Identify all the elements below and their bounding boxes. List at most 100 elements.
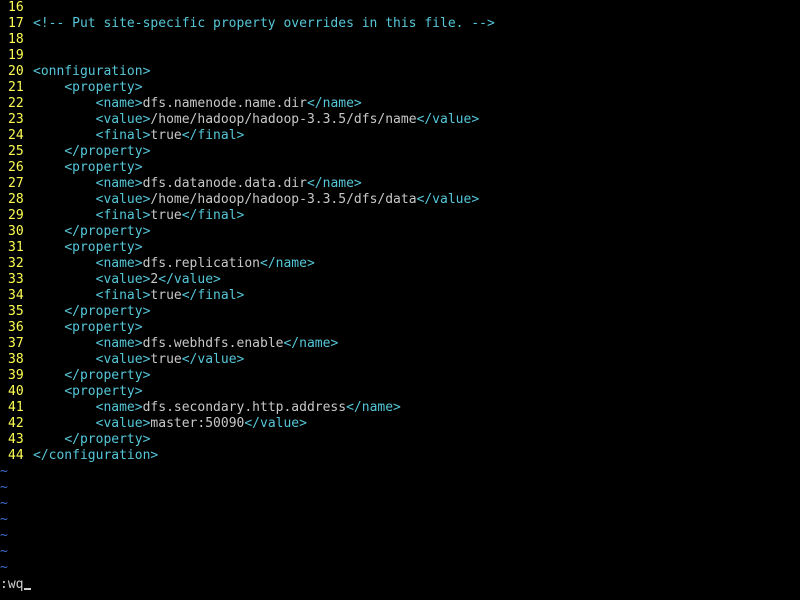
line-number: 27 [8,176,24,191]
xml-open-tag: <name> [95,96,143,111]
editor-line[interactable]: 38 <value>true</value> [0,352,800,368]
xml-open-tag: <final> [95,288,151,303]
xml-text-value: dfs.webhdfs.enable [142,336,284,351]
xml-text-value: dfs.namenode.name.dir [142,96,307,111]
line-number: 40 [8,384,24,399]
xml-close-tag: </name> [260,256,315,271]
line-content: <value>/home/hadoop/hadoop-3.3.5/dfs/dat… [33,192,480,208]
editor-line[interactable]: 23 <value>/home/hadoop/hadoop-3.3.5/dfs/… [0,112,800,128]
vim-command-line[interactable]: :wq [0,577,32,593]
xml-text-value: true [150,288,182,303]
xml-open-tag: </property> [64,368,151,383]
line-content: <property> [33,320,142,336]
xml-close-tag: </final> [181,128,245,143]
line-number: 32 [8,256,24,271]
tilde-marker: ~ [0,560,8,575]
line-number: 29 [8,208,24,223]
line-content: <property> [33,240,142,256]
editor-line[interactable]: 20 <onnfiguration> [0,64,800,80]
editor-line[interactable]: 21 <property> [0,80,800,96]
line-number: 23 [8,112,24,127]
line-number: 37 [8,336,24,351]
xml-close-tag: </value> [244,416,307,431]
xml-comment: <!-- Put site-specific property override… [33,16,495,31]
xml-open-tag: <property> [64,384,143,399]
line-content: </property> [33,224,150,240]
xml-open-tag: <value> [95,272,151,287]
editor-line[interactable]: 25 </property> [0,144,800,160]
line-number: 21 [8,80,24,95]
editor-line[interactable]: 43 </property> [0,432,800,448]
line-number: 30 [8,224,24,239]
editor-line[interactable]: 39 </property> [0,368,800,384]
editor-line[interactable]: 28 <value>/home/hadoop/hadoop-3.3.5/dfs/… [0,192,800,208]
xml-open-tag: </configuration> [33,448,159,463]
vim-editor-screen[interactable]: 16 17 <!-- Put site-specific property over… [0,0,800,600]
editor-line[interactable]: 27 <name>dfs.datanode.data.dir</name> [0,176,800,192]
empty-buffer-line: ~ [0,544,800,560]
editor-line[interactable]: 37 <name>dfs.webhdfs.enable</name> [0,336,800,352]
editor-line[interactable]: 30 </property> [0,224,800,240]
line-number: 20 [8,64,24,79]
line-number: 42 [8,416,24,431]
command-text: :wq [0,577,24,592]
editor-line[interactable]: 16 [0,0,800,16]
line-number: 24 [8,128,24,143]
line-number: 33 [8,272,24,287]
line-content: </property> [33,304,150,320]
editor-line[interactable]: 41 <name>dfs.secondary.http.address</nam… [0,400,800,416]
xml-close-tag: </name> [306,96,362,111]
line-content: </property> [33,432,150,448]
editor-line[interactable]: 29 <final>true</final> [0,208,800,224]
editor-line[interactable]: 44 </configuration> [0,448,800,464]
editor-line[interactable]: 31 <property> [0,240,800,256]
line-content: <final>true</final> [33,128,245,144]
xml-close-tag: </value> [181,352,245,367]
xml-text-value: master:50090 [150,416,245,431]
xml-open-tag: <name> [95,400,143,415]
line-content: <value>master:50090</value> [33,416,307,432]
line-number: 19 [8,48,24,63]
xml-text-value: /home/hadoop/hadoop-3.3.5/dfs/name [150,112,417,127]
xml-text-value: dfs.datanode.data.dir [142,176,307,191]
line-content: <name>dfs.replication</name> [33,256,315,272]
tilde-marker: ~ [0,496,8,511]
line-number: 22 [8,96,24,111]
editor-line[interactable]: 17 <!-- Put site-specific property overri… [0,16,800,32]
xml-open-tag: <value> [95,112,151,127]
editor-line[interactable]: 18 [0,32,800,48]
line-content: <value>2</value> [33,272,221,288]
editor-line[interactable]: 22 <name>dfs.namenode.name.dir</name> [0,96,800,112]
xml-close-tag: </value> [416,112,480,127]
line-content: <value>/home/hadoop/hadoop-3.3.5/dfs/nam… [33,112,480,128]
xml-open-tag: </property> [64,304,151,319]
editor-line[interactable]: 36 <property> [0,320,800,336]
empty-buffer-line: ~ [0,512,800,528]
editor-line[interactable]: 42 <value>master:50090</value> [0,416,800,432]
line-number: 16 [8,0,24,15]
editor-line[interactable]: 32 <name>dfs.replication</name> [0,256,800,272]
line-number: 36 [8,320,24,335]
editor-line[interactable]: 34 <final>true</final> [0,288,800,304]
xml-open-tag: </property> [64,224,151,239]
editor-line[interactable]: 40 <property> [0,384,800,400]
editor-line[interactable]: 35 </property> [0,304,800,320]
line-number: 17 [8,16,24,31]
editor-line[interactable]: 26 <property> [0,160,800,176]
tilde-marker: ~ [0,464,8,479]
editor-line[interactable]: 24 <final>true</final> [0,128,800,144]
editor-line[interactable]: 33 <value>2</value> [0,272,800,288]
editor-buffer[interactable]: 16 17 <!-- Put site-specific property over… [0,0,800,576]
line-content: <property> [33,80,142,96]
editor-line[interactable]: 19 [0,48,800,64]
